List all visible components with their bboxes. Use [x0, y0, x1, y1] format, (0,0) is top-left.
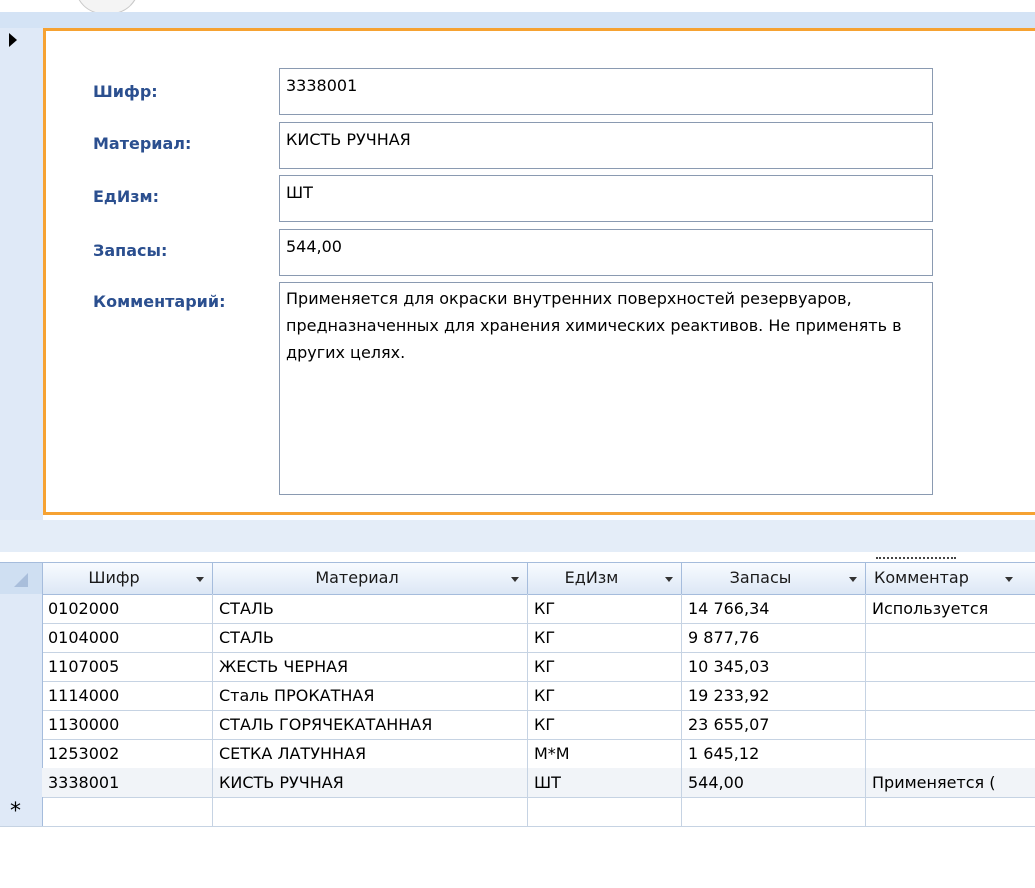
- column-header-comment-label: Комментар: [874, 568, 969, 587]
- table-cell[interactable]: ЖЕСТЬ ЧЕРНАЯ: [213, 652, 528, 681]
- table-cell[interactable]: СТАЛЬ: [213, 594, 528, 623]
- table-row[interactable]: 1253002 СЕТКА ЛАТУННАЯ М*М 1 645,12: [0, 739, 1035, 769]
- table-cell[interactable]: СТАЛЬ: [213, 623, 528, 652]
- dropdown-arrow-icon[interactable]: [511, 577, 519, 582]
- table-cell[interactable]: СЕТКА ЛАТУННАЯ: [213, 739, 528, 768]
- table-cell[interactable]: 3338001: [42, 768, 213, 797]
- table-cell[interactable]: КГ: [528, 710, 682, 739]
- table-row[interactable]: 0104000 СТАЛЬ КГ 9 877,76: [0, 623, 1035, 653]
- table-row[interactable]: 1114000 Сталь ПРОКАТНАЯ КГ 19 233,92: [0, 681, 1035, 711]
- dropdown-arrow-icon[interactable]: [196, 577, 204, 582]
- table-cell[interactable]: [866, 797, 1035, 826]
- table-cell[interactable]: [213, 797, 528, 826]
- table-cell[interactable]: [528, 797, 682, 826]
- table-cell[interactable]: [866, 681, 1035, 710]
- column-header-stock-label: Запасы: [729, 568, 792, 587]
- table-cell[interactable]: КГ: [528, 652, 682, 681]
- table-cell[interactable]: КИСТЬ РУЧНАЯ: [213, 768, 528, 797]
- table-cell[interactable]: СТАЛЬ ГОРЯЧЕКАТАННАЯ: [213, 710, 528, 739]
- table-cell[interactable]: М*М: [528, 739, 682, 768]
- stock-label: Запасы:: [93, 241, 168, 260]
- record-selector[interactable]: [0, 28, 34, 520]
- table-row[interactable]: 1107005 ЖЕСТЬ ЧЕРНАЯ КГ 10 345,03: [0, 652, 1035, 682]
- table-cell[interactable]: Сталь ПРОКАТНАЯ: [213, 681, 528, 710]
- column-header-material-label: Материал: [315, 568, 399, 587]
- new-record-icon: *: [10, 799, 21, 824]
- column-header-unit-label: ЕдИзм: [564, 568, 619, 587]
- table-cell[interactable]: [866, 710, 1035, 739]
- unit-field[interactable]: ШТ: [279, 175, 933, 222]
- row-selector[interactable]: [0, 710, 43, 739]
- comment-field[interactable]: Применяется для окраски внутренних повер…: [279, 282, 933, 495]
- table-cell[interactable]: КГ: [528, 623, 682, 652]
- table-cell[interactable]: КГ: [528, 594, 682, 623]
- table-cell[interactable]: 23 655,07: [682, 710, 866, 739]
- splitter-bar[interactable]: [0, 520, 1035, 552]
- form-header-band: [0, 12, 1035, 28]
- table-cell[interactable]: [42, 797, 213, 826]
- table-cell[interactable]: 9 877,76: [682, 623, 866, 652]
- select-all-icon: [14, 573, 28, 587]
- dropdown-arrow-icon[interactable]: [1005, 577, 1013, 582]
- table-cell[interactable]: 0104000: [42, 623, 213, 652]
- column-header-code[interactable]: Шифр: [42, 563, 213, 594]
- datasheet-header: Шифр Материал ЕдИзм Запасы Комментар: [0, 562, 1035, 595]
- unit-label: ЕдИзм:: [93, 187, 160, 206]
- table-row[interactable]: 0102000 СТАЛЬ КГ 14 766,34 Используется: [0, 594, 1035, 624]
- table-row[interactable]: 3338001 КИСТЬ РУЧНАЯ ШТ 544,00 Применяется (: [0, 768, 1035, 798]
- table-cell[interactable]: 1107005: [42, 652, 213, 681]
- table-cell[interactable]: 1114000: [42, 681, 213, 710]
- table-cell[interactable]: 10 345,03: [682, 652, 866, 681]
- table-cell[interactable]: 1130000: [42, 710, 213, 739]
- row-selector[interactable]: [0, 768, 43, 797]
- table-cell[interactable]: Применяется (: [866, 768, 1035, 797]
- dropdown-arrow-icon[interactable]: [849, 577, 857, 582]
- table-cell[interactable]: 0102000: [42, 594, 213, 623]
- table-row[interactable]: 1130000 СТАЛЬ ГОРЯЧЕКАТАННАЯ КГ 23 655,07: [0, 710, 1035, 740]
- column-header-unit[interactable]: ЕдИзм: [528, 563, 682, 594]
- row-selector[interactable]: [0, 739, 43, 768]
- form-left-margin: [33, 28, 43, 520]
- column-header-code-label: Шифр: [88, 568, 140, 587]
- row-selector[interactable]: [0, 652, 43, 681]
- table-cell[interactable]: Используется: [866, 594, 1035, 623]
- table-cell[interactable]: [866, 739, 1035, 768]
- table-cell[interactable]: [682, 797, 866, 826]
- new-record-selector[interactable]: *: [0, 797, 43, 826]
- new-record-row[interactable]: *: [0, 797, 1035, 827]
- table-cell[interactable]: [866, 623, 1035, 652]
- table-cell[interactable]: КГ: [528, 681, 682, 710]
- row-selector[interactable]: [0, 623, 43, 652]
- select-all-button[interactable]: [0, 563, 43, 594]
- table-cell[interactable]: 19 233,92: [682, 681, 866, 710]
- datasheet: Шифр Материал ЕдИзм Запасы Комментар 010…: [0, 562, 1035, 888]
- row-selector[interactable]: [0, 681, 43, 710]
- table-cell[interactable]: [866, 652, 1035, 681]
- column-header-comment[interactable]: Комментар: [866, 563, 1035, 594]
- table-cell[interactable]: 14 766,34: [682, 594, 866, 623]
- row-selector[interactable]: [0, 594, 43, 623]
- current-record-icon: [9, 33, 17, 47]
- comment-label: Комментарий:: [93, 292, 226, 311]
- table-cell[interactable]: 1253002: [42, 739, 213, 768]
- material-label: Материал:: [93, 134, 192, 153]
- dropdown-arrow-icon[interactable]: [665, 577, 673, 582]
- material-field[interactable]: КИСТЬ РУЧНАЯ: [279, 122, 933, 169]
- table-cell[interactable]: 544,00: [682, 768, 866, 797]
- window-top-strip: [0, 0, 1035, 14]
- column-header-material[interactable]: Материал: [213, 563, 528, 594]
- code-field[interactable]: 3338001: [279, 68, 933, 115]
- column-header-stock[interactable]: Запасы: [682, 563, 866, 594]
- table-cell[interactable]: ШТ: [528, 768, 682, 797]
- table-cell[interactable]: 1 645,12: [682, 739, 866, 768]
- code-label: Шифр:: [93, 82, 158, 101]
- stock-field[interactable]: 544,00: [279, 229, 933, 276]
